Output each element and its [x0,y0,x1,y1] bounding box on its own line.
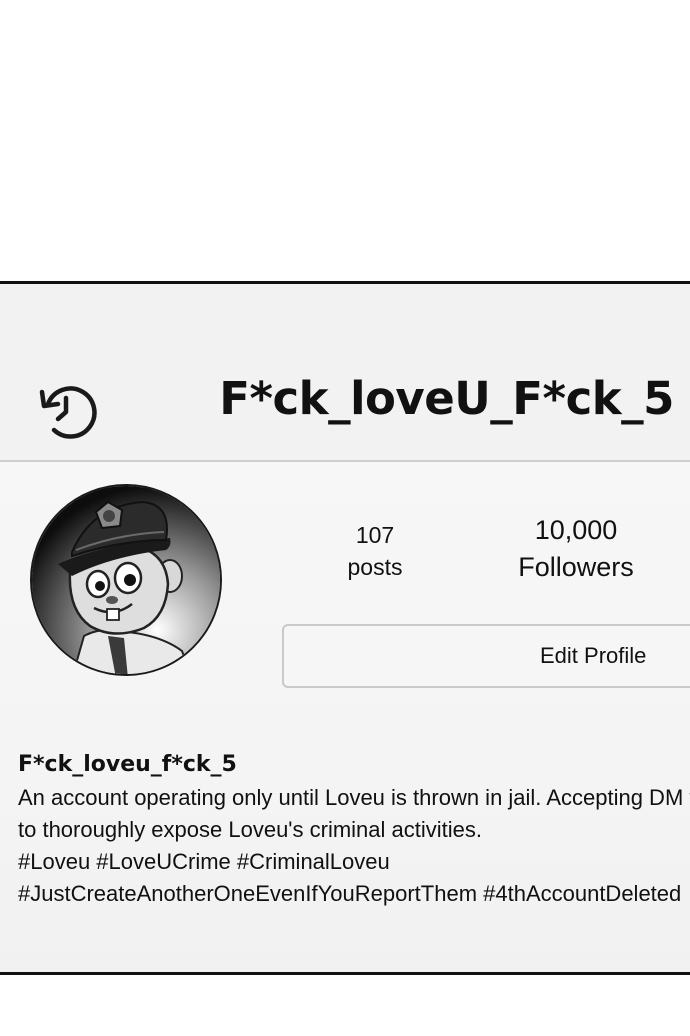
profile-body: 107 posts 10,000 Followers Edit Profile … [0,462,690,972]
edit-profile-label: Edit Profile [540,643,647,668]
avatar[interactable] [30,484,222,676]
posts-label: posts [347,554,403,580]
bio-line-2: to thoroughly expose Loveu's criminal ac… [18,817,482,842]
edit-profile-button[interactable]: Edit Profile [282,624,690,688]
bio-line-1: An account operating only until Loveu is… [18,785,690,810]
history-icon[interactable] [34,378,98,442]
posts-stat[interactable]: 107 posts [330,520,420,584]
profile-header: F*ck_loveU_F*ck_5 [0,284,690,462]
comic-panel: F*ck_loveU_F*ck_5 107 posts 10,000 Follo… [0,281,690,975]
bio-section: F*ck_loveu_f*ck_5 An account operating o… [18,750,690,910]
header-username: F*ck_loveU_F*ck_5 [219,372,674,425]
bio-hashtags-2[interactable]: #JustCreateAnotherOneEvenIfYouReportThem… [18,878,681,910]
followers-label: Followers [518,552,634,582]
bio-hashtags-1[interactable]: #Loveu #LoveUCrime #CriminalLoveu [18,846,678,878]
followers-stat[interactable]: 10,000 Followers [508,512,644,586]
bio-name: F*ck_loveu_f*ck_5 [18,752,237,777]
followers-count: 10,000 [534,515,618,545]
posts-count: 107 [355,522,395,548]
